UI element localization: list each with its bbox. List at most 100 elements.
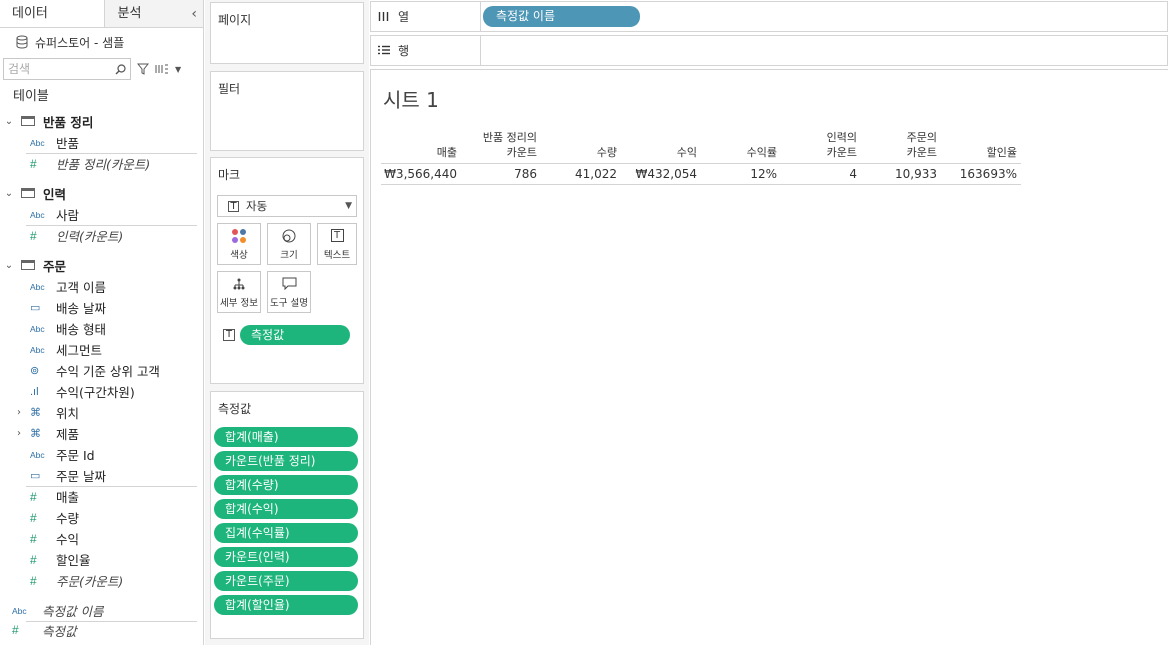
chevron-down-icon[interactable]: ⌄ xyxy=(0,260,18,271)
mark-buttons: 색상 크기 T 텍스트 세부 정보 도구 설명 xyxy=(217,223,363,313)
tab-data[interactable]: 데이터 xyxy=(0,0,106,27)
table-cell[interactable]: ₩432,054 xyxy=(621,164,701,184)
collapse-pane-icon[interactable]: ‹ xyxy=(191,0,197,28)
table-cell[interactable]: 12% xyxy=(701,164,781,184)
table-returns[interactable]: ⌄ 반품 정리 xyxy=(0,110,203,132)
column-header[interactable]: 인력의 카운트 xyxy=(781,127,861,160)
column-header[interactable]: 수량 xyxy=(541,127,621,160)
field-item[interactable]: Abc 세그먼트 xyxy=(0,339,203,360)
column-header[interactable]: 수익 xyxy=(621,127,701,160)
field-item[interactable]: ▭ 주문 날짜 xyxy=(0,465,203,486)
size-button[interactable]: 크기 xyxy=(267,223,311,265)
field-item[interactable]: ⊚ 수익 기준 상위 고객 xyxy=(0,360,203,381)
number-type-icon: # xyxy=(30,573,37,588)
string-type-icon: Abc xyxy=(12,605,27,616)
tab-analysis[interactable]: 분석 ‹ xyxy=(105,0,203,27)
table-cell[interactable]: ₩3,566,440 xyxy=(381,164,461,184)
number-type-icon: # xyxy=(30,489,37,504)
field-item[interactable]: # 수익 xyxy=(0,528,203,549)
field-item[interactable]: Abc 주문 Id xyxy=(0,444,203,465)
field-item[interactable]: # 할인율 xyxy=(0,549,203,570)
field-item[interactable]: # 수량 xyxy=(0,507,203,528)
field-item[interactable]: # 인력(카운트) xyxy=(0,225,203,246)
text-button[interactable]: T 텍스트 xyxy=(317,223,357,265)
datasource-item[interactable]: 슈퍼스토어 - 샘플 xyxy=(0,28,203,56)
table-people[interactable]: ⌄ 인력 xyxy=(0,182,203,204)
field-item[interactable]: .ıl 수익(구간차원) xyxy=(0,381,203,402)
size-label: 크기 xyxy=(280,250,298,261)
size-icon xyxy=(281,224,297,247)
tooltip-button[interactable]: 도구 설명 xyxy=(267,271,311,313)
field-item[interactable]: # 주문(카운트) xyxy=(0,570,203,591)
measure-pill[interactable]: 카운트(인력) xyxy=(214,547,358,567)
field-item[interactable]: › ⌘ 제품 xyxy=(0,423,203,444)
search-row: ▼ xyxy=(0,56,203,82)
columns-shelf-label: 열 xyxy=(371,2,481,31)
field-label: 수익(구간차원) xyxy=(56,385,135,400)
field-item[interactable]: ▭ 배송 날짜 xyxy=(0,297,203,318)
table-cell[interactable]: 10,933 xyxy=(861,164,941,184)
field-item[interactable]: Abc 고객 이름 xyxy=(0,276,203,297)
detail-button[interactable]: 세부 정보 xyxy=(217,271,261,313)
view-options-icon[interactable]: ▼ xyxy=(155,64,181,74)
column-header[interactable]: 수익률 xyxy=(701,127,781,160)
mark-type-dropdown[interactable]: T 자동 ▼ xyxy=(217,195,357,217)
columns-shelf[interactable]: 열 측정값 이름 xyxy=(370,1,1168,32)
search-icon[interactable] xyxy=(115,63,126,75)
table-cell[interactable]: 163693% xyxy=(941,164,1021,184)
filters-shelf[interactable]: 필터 xyxy=(210,71,364,151)
field-label: 반품 정리(카운트) xyxy=(56,157,151,172)
text-label: 텍스트 xyxy=(323,250,351,261)
column-header[interactable]: 주문의 카운트 xyxy=(861,127,941,160)
rows-shelf[interactable]: 행 xyxy=(370,35,1168,66)
table-cell[interactable]: 4 xyxy=(781,164,861,184)
field-item[interactable]: Abc 배송 형태 xyxy=(0,318,203,339)
sheet-title[interactable]: 시트 1 xyxy=(383,84,439,113)
view-area: 열 측정값 이름 행 시트 1 매출 반품 정리의 카운트 수량 수익 수익률 … xyxy=(369,0,1168,645)
measure-pill[interactable]: 카운트(반품 정리) xyxy=(214,451,358,471)
field-item[interactable]: Abc 반품 xyxy=(0,132,203,153)
table-name: 주문 xyxy=(43,258,67,274)
measure-pill[interactable]: 집계(수익률) xyxy=(214,523,358,543)
measure-values-field[interactable]: # 측정값 xyxy=(0,621,203,639)
field-item[interactable]: # 반품 정리(카운트) xyxy=(0,153,203,174)
table-orders[interactable]: ⌄ 주문 xyxy=(0,254,203,276)
measure-pill[interactable]: 카운트(주문) xyxy=(214,571,358,591)
measure-pill[interactable]: 합계(매출) xyxy=(214,427,358,447)
data-pane: 데이터 분석 ‹ 슈퍼스토어 - 샘플 ▼ 테이블 xyxy=(0,0,204,645)
field-item[interactable]: Abc 사람 xyxy=(0,204,203,225)
pages-shelf[interactable]: 페이지 xyxy=(210,2,364,64)
table-cell[interactable]: 786 xyxy=(461,164,541,184)
color-button[interactable]: 색상 xyxy=(217,223,261,265)
field-label: 인력(카운트) xyxy=(56,229,124,244)
column-header[interactable]: 매출 xyxy=(381,127,461,160)
search-input[interactable] xyxy=(8,62,108,76)
column-header[interactable]: 반품 정리의 카운트 xyxy=(461,127,541,160)
filter-icon[interactable] xyxy=(137,63,149,75)
string-type-icon: Abc xyxy=(30,449,45,460)
field-item[interactable]: # 매출 xyxy=(0,486,203,507)
measure-pill[interactable]: 합계(수익) xyxy=(214,499,358,519)
field-item[interactable]: › ⌘ 위치 xyxy=(0,402,203,423)
chevron-right-icon[interactable]: › xyxy=(17,407,21,418)
string-type-icon: Abc xyxy=(30,137,45,148)
field-search xyxy=(3,58,131,80)
column-header[interactable]: 할인율 xyxy=(941,127,1021,160)
detail-icon xyxy=(232,272,246,295)
chevron-down-icon: ▼ xyxy=(345,201,352,211)
table-cell[interactable]: 41,022 xyxy=(541,164,621,184)
chevron-right-icon[interactable]: › xyxy=(17,428,21,439)
sheet-canvas[interactable]: 시트 1 매출 반품 정리의 카운트 수량 수익 수익률 인력의 카운트 주문의… xyxy=(370,69,1168,645)
chevron-down-icon[interactable]: ⌄ xyxy=(0,188,18,199)
measure-pill-list: 합계(매출) 카운트(반품 정리) 합계(수량) 합계(수익) 집계(수익률) … xyxy=(214,427,363,615)
marks-measure-pill[interactable]: 측정값 xyxy=(240,325,350,345)
field-label: 위치 xyxy=(56,406,80,421)
field-label: 세그먼트 xyxy=(56,343,103,358)
chevron-down-icon[interactable]: ⌄ xyxy=(0,116,18,127)
number-type-icon: # xyxy=(30,228,37,243)
measure-pill[interactable]: 합계(수량) xyxy=(214,475,358,495)
measure-pill[interactable]: 합계(할인율) xyxy=(214,595,358,615)
number-type-icon: # xyxy=(30,510,37,525)
measure-names-field[interactable]: Abc 측정값 이름 xyxy=(0,600,203,621)
columns-pill[interactable]: 측정값 이름 xyxy=(483,6,640,27)
